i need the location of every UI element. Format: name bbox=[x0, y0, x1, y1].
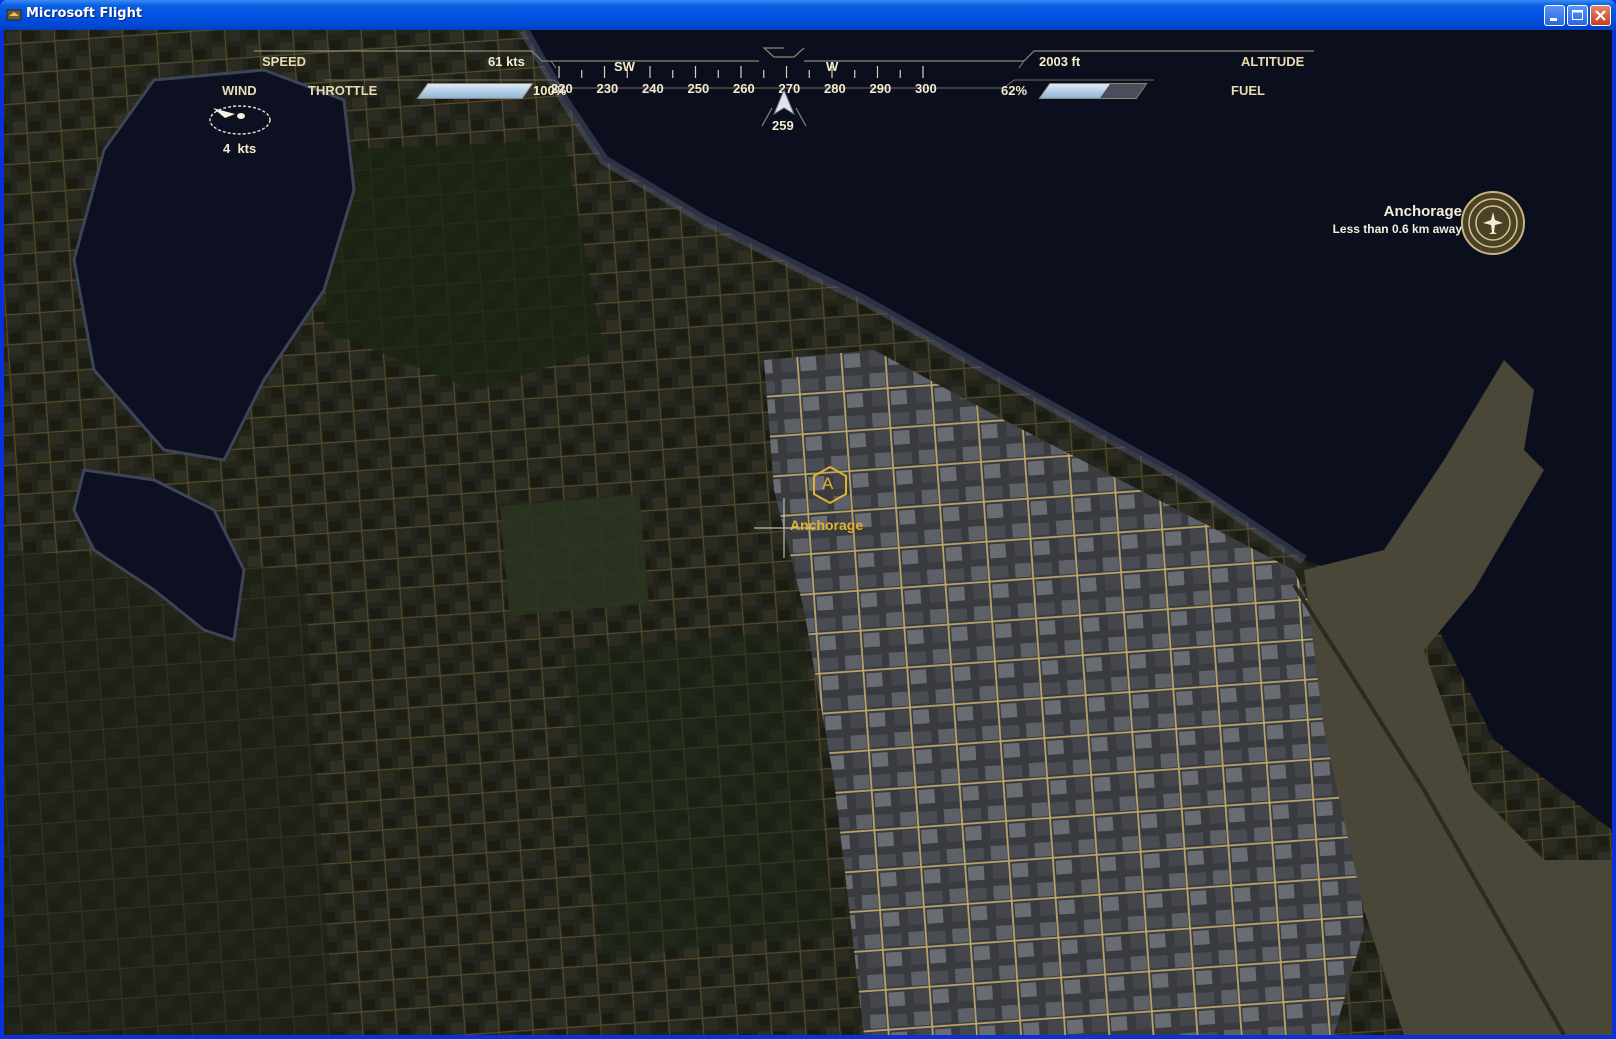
heading-value: 259 bbox=[772, 118, 794, 133]
speed-value: 61 kts bbox=[488, 54, 525, 69]
close-button[interactable] bbox=[1590, 5, 1611, 26]
wind-indicator-icon bbox=[209, 105, 271, 135]
airport-marker-label[interactable]: Anchorage bbox=[790, 517, 863, 533]
airport-marker-letter: A bbox=[822, 474, 834, 493]
compass-tick-label: 300 bbox=[915, 81, 937, 96]
wind-label: WIND bbox=[222, 83, 257, 98]
app-window: Microsoft Flight SPEED 61 kts THROTTLE 1… bbox=[0, 0, 1616, 1039]
airport-target-icon[interactable] bbox=[1460, 190, 1526, 256]
title-bar[interactable]: Microsoft Flight bbox=[0, 0, 1616, 30]
fuel-label: FUEL bbox=[1231, 83, 1265, 98]
compass-tick-label: 290 bbox=[869, 81, 892, 96]
fuel-value: 62% bbox=[1001, 83, 1028, 98]
altitude-label: ALTITUDE bbox=[1241, 54, 1305, 69]
minimize-icon bbox=[1550, 18, 1557, 21]
game-viewport[interactable]: SPEED 61 kts THROTTLE 100% WIND 4 kts SW… bbox=[4, 30, 1612, 1035]
fuel-fill bbox=[1040, 84, 1110, 98]
compass-tick-label: 250 bbox=[687, 81, 710, 96]
fuel-bar bbox=[1038, 83, 1148, 99]
speed-label: SPEED bbox=[262, 54, 307, 69]
compass-tick-label: 280 bbox=[824, 81, 846, 96]
compass-tick-label: 260 bbox=[733, 81, 755, 96]
window-title: Microsoft Flight bbox=[26, 6, 143, 21]
maximize-button[interactable] bbox=[1567, 5, 1588, 26]
throttle-label: THROTTLE bbox=[308, 83, 378, 98]
wind-value: 4 kts bbox=[223, 141, 257, 156]
throttle-fill bbox=[418, 84, 532, 98]
throttle-bar bbox=[416, 83, 534, 99]
close-icon bbox=[1595, 10, 1606, 21]
maximize-icon bbox=[1572, 10, 1583, 20]
destination-distance: Less than 0.6 km away bbox=[1332, 222, 1462, 236]
app-icon bbox=[6, 9, 22, 21]
destination-name: Anchorage bbox=[1383, 203, 1462, 220]
compass-cardinal-w: W bbox=[826, 59, 839, 74]
compass-tick-label: 220 bbox=[551, 81, 573, 96]
compass-cardinal-sw: SW bbox=[614, 59, 635, 74]
minimize-button[interactable] bbox=[1544, 5, 1565, 26]
destination-callout[interactable]: Anchorage Less than 0.6 km away bbox=[1333, 203, 1462, 236]
compass-tick-label: 240 bbox=[642, 81, 664, 96]
compass-tick-label: 230 bbox=[596, 81, 619, 96]
altitude-value: 2003 ft bbox=[1039, 54, 1081, 69]
